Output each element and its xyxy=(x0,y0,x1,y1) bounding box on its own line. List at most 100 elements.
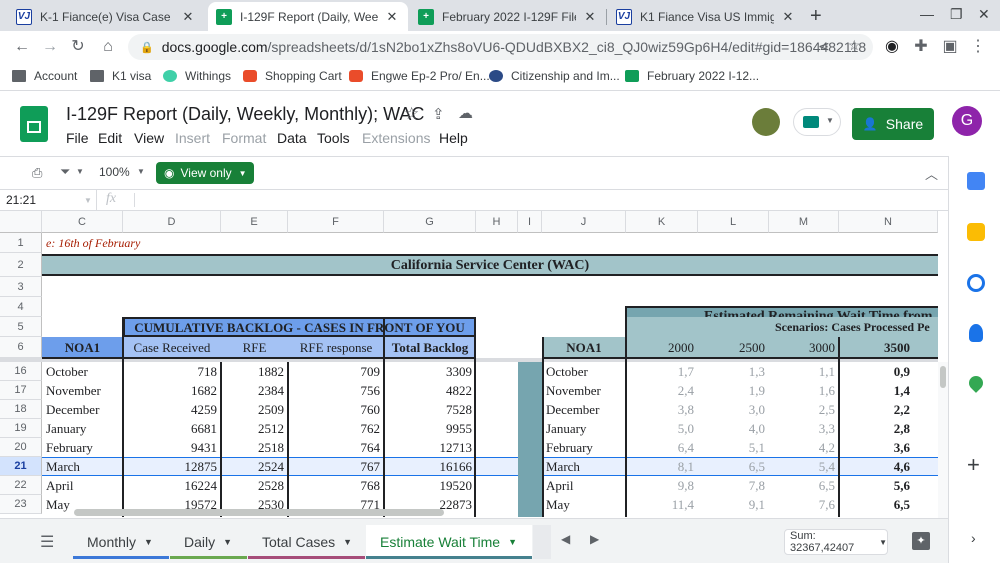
maps-icon[interactable] xyxy=(966,373,986,393)
formula-input[interactable] xyxy=(140,191,930,209)
vertical-scroll-track[interactable] xyxy=(938,362,948,518)
bookmark-engwe[interactable]: Engwe Ep-2 Pro/ En... xyxy=(349,69,490,83)
cell-rfe-response[interactable]: 767 xyxy=(288,457,384,476)
menu-data[interactable]: Data xyxy=(277,130,307,146)
restore-icon[interactable]: ❐ xyxy=(950,6,963,23)
bookmark-withings[interactable]: Withings xyxy=(163,69,231,83)
cell-3000[interactable]: 4,2 xyxy=(769,438,839,457)
menu-tools[interactable]: Tools xyxy=(317,130,350,146)
cell-2000[interactable]: 5,0 xyxy=(626,419,698,438)
cell-rfe-response[interactable]: 762 xyxy=(288,419,384,438)
chevron-right-icon[interactable]: › xyxy=(971,530,976,546)
menu-insert[interactable]: Insert xyxy=(175,130,210,146)
cell-received[interactable]: 718 xyxy=(123,362,221,381)
cell-month-right[interactable]: May xyxy=(542,495,626,514)
cell-3000[interactable]: 6,5 xyxy=(769,476,839,495)
chevron-down-icon[interactable]: ▼ xyxy=(137,167,145,176)
menu-format[interactable]: Format xyxy=(222,130,266,146)
sheet-tab-estimate-wait-time[interactable]: Estimate Wait Time ▼ xyxy=(366,525,532,559)
cell-rfe[interactable]: 2512 xyxy=(221,419,288,438)
extension-circle-icon[interactable]: ◉ xyxy=(882,37,902,57)
menu-help[interactable]: Help xyxy=(439,130,468,146)
scroll-tabs-right-icon[interactable]: ▶ xyxy=(590,532,599,546)
cell-received[interactable]: 6681 xyxy=(123,419,221,438)
cell-rfe-response[interactable]: 709 xyxy=(288,362,384,381)
cell-received[interactable]: 1682 xyxy=(123,381,221,400)
cell-month[interactable]: November xyxy=(42,381,123,400)
vertical-scrollbar[interactable] xyxy=(940,366,946,388)
view-only-button[interactable]: ◉ View only ▼ xyxy=(156,162,254,184)
row-header[interactable]: 2 xyxy=(0,253,42,277)
browser-tab-i129f-report[interactable]: + I-129F Report (Daily, Weekly ✕ xyxy=(208,2,408,31)
menu-view[interactable]: View xyxy=(134,130,164,146)
chrome-menu-icon[interactable]: ⋮ xyxy=(968,37,988,57)
column-header[interactable]: E xyxy=(221,211,288,233)
cell-backlog[interactable]: 12713 xyxy=(384,438,476,457)
cell-month-right[interactable]: March xyxy=(542,457,626,476)
star-icon[interactable]: ☆ xyxy=(404,104,419,124)
scroll-tabs-left-icon[interactable]: ◀ xyxy=(561,532,570,546)
bookmark-february-filers[interactable]: February 2022 I-12... xyxy=(625,69,759,83)
cell-3000[interactable]: 2,5 xyxy=(769,400,839,419)
cell-rfe[interactable]: 2528 xyxy=(221,476,288,495)
cell-3000[interactable]: 7,6 xyxy=(769,495,839,514)
calendar-icon[interactable] xyxy=(967,172,985,190)
cell-3000[interactable]: 3,3 xyxy=(769,419,839,438)
account-avatar[interactable]: G xyxy=(952,106,982,136)
cell-month-right[interactable]: February xyxy=(542,438,626,457)
column-header[interactable]: H xyxy=(476,211,518,233)
row-header[interactable]: 18 xyxy=(0,400,42,419)
cell-2000[interactable]: 2,4 xyxy=(626,381,698,400)
cell-received[interactable]: 4259 xyxy=(123,400,221,419)
cell-backlog[interactable]: 7528 xyxy=(384,400,476,419)
cell-3500[interactable]: 3,6 xyxy=(839,438,914,457)
spreadsheet-grid[interactable]: C D E F G H I J K L M N 1 2 3 4 5 6 e: 1… xyxy=(0,211,938,517)
row-header[interactable]: 4 xyxy=(0,297,42,317)
cell-month-right[interactable]: October xyxy=(542,362,626,381)
cell-month[interactable]: December xyxy=(42,400,123,419)
sum-indicator[interactable]: Sum: 32367,42407 ▼ xyxy=(784,529,888,555)
side-panel-icon[interactable]: ▣ xyxy=(940,37,960,57)
address-bar[interactable]: 🔒 docs.google.com/spreadsheets/d/1sN2bo1… xyxy=(128,34,873,60)
extensions-puzzle-icon[interactable]: ✚ xyxy=(911,37,931,57)
cell-3000[interactable]: 1,1 xyxy=(769,362,839,381)
row-header[interactable]: 22 xyxy=(0,476,42,495)
cell-3500[interactable]: 5,6 xyxy=(839,476,914,495)
corner-select-all[interactable] xyxy=(0,211,42,233)
sheet-tab-overflow[interactable] xyxy=(533,525,551,559)
cell-month[interactable]: October xyxy=(42,362,123,381)
row-header[interactable]: 19 xyxy=(0,419,42,438)
cell-rfe[interactable]: 2509 xyxy=(221,400,288,419)
forward-arrow-icon[interactable]: → xyxy=(40,37,60,57)
explore-icon[interactable]: ✦ xyxy=(912,532,930,550)
bookmark-account[interactable]: Account xyxy=(12,69,77,83)
cell-rfe-response[interactable]: 756 xyxy=(288,381,384,400)
bookmark-uscis[interactable]: Citizenship and Im... xyxy=(489,69,620,83)
cell-month[interactable]: January xyxy=(42,419,123,438)
minimize-icon[interactable]: — xyxy=(920,6,934,22)
cell-3500[interactable]: 6,5 xyxy=(839,495,914,514)
chevron-down-icon[interactable]: ▼ xyxy=(76,167,84,176)
cell-month-right[interactable]: April xyxy=(542,476,626,495)
cell-rfe-response[interactable]: 768 xyxy=(288,476,384,495)
reload-icon[interactable]: ↻ xyxy=(68,37,88,57)
row-header[interactable]: 23 xyxy=(0,495,42,514)
sheet-tab-monthly[interactable]: Monthly ▼ xyxy=(73,525,169,559)
cell-2500[interactable]: 1,9 xyxy=(698,381,769,400)
menu-file[interactable]: File xyxy=(66,130,89,146)
row-header[interactable]: 17 xyxy=(0,381,42,400)
cell-month-right[interactable]: December xyxy=(542,400,626,419)
cell-backlog[interactable]: 19520 xyxy=(384,476,476,495)
row-header[interactable]: 20 xyxy=(0,438,42,457)
zoom-select[interactable]: 100% xyxy=(99,165,130,179)
cell-3500[interactable]: 4,6 xyxy=(839,457,914,476)
add-addon-icon[interactable]: + xyxy=(967,452,980,478)
window-close-icon[interactable]: ✕ xyxy=(978,6,990,23)
move-icon[interactable]: ⇪ xyxy=(432,105,445,123)
print-icon[interactable]: ⎙ xyxy=(32,165,42,181)
close-icon[interactable]: ✕ xyxy=(180,9,196,25)
column-header[interactable]: M xyxy=(769,211,839,233)
cell-received[interactable]: 16224 xyxy=(123,476,221,495)
cell-month[interactable]: April xyxy=(42,476,123,495)
sheets-logo-icon[interactable] xyxy=(20,106,48,142)
